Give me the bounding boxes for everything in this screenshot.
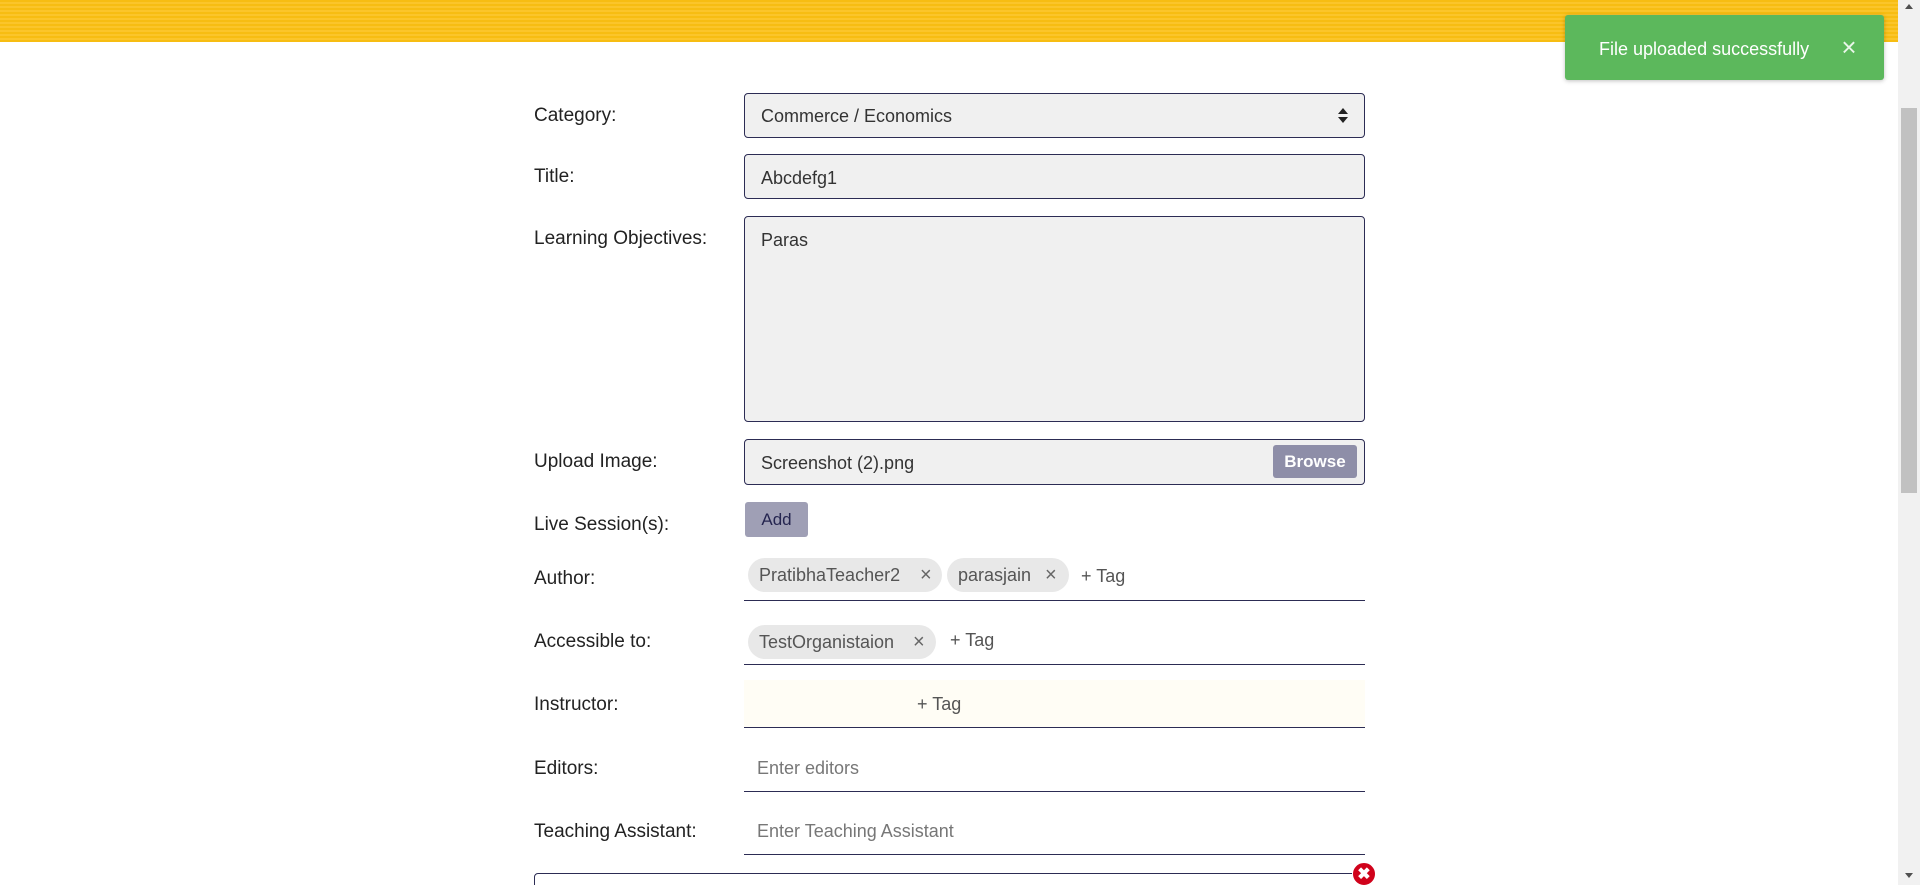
instructor-tag-input[interactable]: + Tag bbox=[744, 680, 1365, 728]
live-session-box bbox=[534, 873, 1364, 885]
author-tag-label: parasjain bbox=[958, 565, 1032, 585]
instructor-add-tag[interactable]: + Tag bbox=[917, 694, 961, 715]
teaching-assistant-label: Teaching Assistant: bbox=[534, 821, 697, 842]
editors-label: Editors: bbox=[534, 758, 599, 779]
upload-image-input[interactable]: Screenshot (2).png Browse bbox=[744, 439, 1365, 485]
learning-objectives-textarea[interactable]: Paras bbox=[744, 216, 1365, 422]
browse-button[interactable]: Browse bbox=[1273, 445, 1357, 478]
learning-objectives-label: Learning Objectives: bbox=[534, 228, 708, 249]
author-add-tag[interactable]: + Tag bbox=[1081, 566, 1125, 587]
scrollbar-thumb[interactable] bbox=[1901, 108, 1917, 493]
scroll-down-icon[interactable] bbox=[1905, 873, 1913, 878]
category-select[interactable]: Commerce / Economics bbox=[744, 93, 1365, 138]
title-value: Abcdefg1 bbox=[761, 168, 838, 188]
accessible-tag-chip: TestOrganistaion × bbox=[748, 625, 936, 659]
author-tag-chip: parasjain × bbox=[947, 558, 1069, 592]
remove-tag-icon[interactable]: × bbox=[1045, 558, 1057, 592]
add-live-session-button[interactable]: Add bbox=[745, 502, 808, 537]
title-label: Title: bbox=[534, 166, 575, 187]
remove-tag-icon[interactable]: × bbox=[920, 558, 932, 592]
instructor-label: Instructor: bbox=[534, 694, 619, 715]
author-tag-input[interactable]: PratibhaTeacher2 × parasjain × + Tag bbox=[744, 552, 1365, 601]
live-sessions-label: Live Session(s): bbox=[534, 514, 670, 535]
accessible-tag-label: TestOrganistaion bbox=[759, 632, 895, 652]
close-icon[interactable]: × bbox=[1835, 33, 1863, 61]
category-label: Category: bbox=[534, 105, 617, 126]
scroll-up-icon[interactable] bbox=[1905, 4, 1913, 9]
remove-tag-icon[interactable]: × bbox=[913, 625, 925, 659]
editors-placeholder: Enter editors bbox=[757, 758, 860, 778]
teaching-assistant-placeholder: Enter Teaching Assistant bbox=[757, 821, 954, 841]
title-input[interactable]: Abcdefg1 bbox=[744, 154, 1365, 199]
teaching-assistant-input[interactable]: Enter Teaching Assistant bbox=[744, 807, 1365, 855]
scrollbar[interactable] bbox=[1898, 0, 1920, 885]
accessible-add-tag[interactable]: + Tag bbox=[950, 630, 994, 651]
upload-filename: Screenshot (2).png bbox=[761, 453, 915, 473]
editors-input[interactable]: Enter editors bbox=[744, 744, 1365, 792]
success-toast: File uploaded successfully × bbox=[1565, 15, 1884, 80]
toast-message: File uploaded successfully bbox=[1599, 39, 1810, 59]
author-tag-label: PratibhaTeacher2 bbox=[759, 565, 901, 585]
select-arrows-icon bbox=[1338, 108, 1348, 126]
accessible-to-label: Accessible to: bbox=[534, 631, 652, 652]
author-tag-chip: PratibhaTeacher2 × bbox=[748, 558, 942, 592]
remove-section-icon[interactable]: ✖ bbox=[1352, 862, 1376, 885]
category-value: Commerce / Economics bbox=[761, 106, 953, 126]
upload-image-label: Upload Image: bbox=[534, 451, 658, 472]
author-label: Author: bbox=[534, 568, 596, 589]
learning-objectives-value: Paras bbox=[761, 230, 809, 250]
accessible-to-tag-input[interactable]: TestOrganistaion × + Tag bbox=[744, 617, 1365, 665]
